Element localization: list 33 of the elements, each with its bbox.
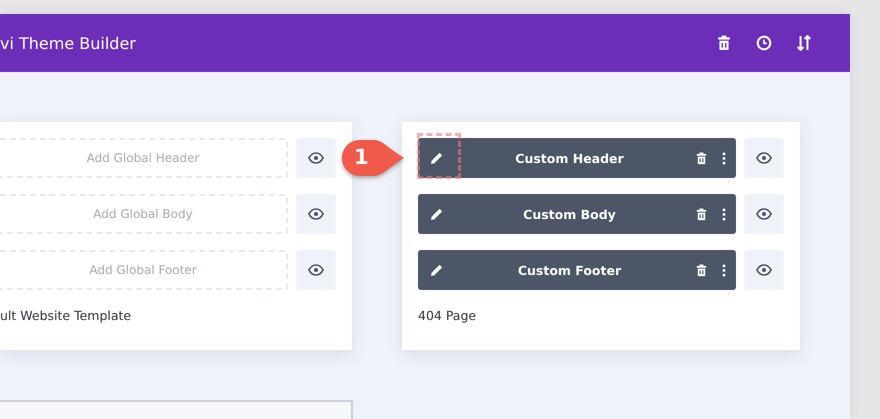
- eye-icon: [756, 208, 772, 220]
- visibility-button[interactable]: [296, 138, 336, 178]
- eye-icon: [308, 152, 324, 164]
- trash-icon[interactable]: [695, 152, 708, 164]
- edit-icon[interactable]: [430, 207, 444, 221]
- visibility-button[interactable]: [744, 138, 784, 178]
- visibility-button[interactable]: [296, 250, 336, 290]
- visibility-button[interactable]: [744, 194, 784, 234]
- more-icon[interactable]: [722, 152, 726, 164]
- more-icon[interactable]: [722, 264, 726, 276]
- template-slot[interactable]: Custom Body: [418, 194, 736, 234]
- window-title: vi Theme Builder: [0, 34, 136, 52]
- template-name: ult Website Template: [0, 308, 132, 323]
- step-marker: 1: [340, 138, 406, 178]
- slot-label: Custom Header: [514, 150, 625, 166]
- eye-icon: [756, 152, 772, 164]
- template-slot[interactable]: Custom Footer: [418, 250, 736, 290]
- more-icon[interactable]: [722, 208, 726, 220]
- trash-icon[interactable]: [695, 208, 708, 220]
- trash-icon[interactable]: [716, 35, 732, 51]
- eye-icon: [308, 264, 324, 276]
- slot-label: Custom Body: [522, 206, 617, 222]
- visibility-button[interactable]: [296, 194, 336, 234]
- visibility-button[interactable]: [744, 250, 784, 290]
- eye-icon: [756, 264, 772, 276]
- history-icon[interactable]: [756, 35, 772, 51]
- edit-icon[interactable]: [430, 151, 444, 165]
- eye-icon: [308, 208, 324, 220]
- template-name: 404 Page: [418, 308, 478, 323]
- trash-icon[interactable]: [695, 264, 708, 276]
- slot-label: Custom Footer: [516, 262, 622, 278]
- sort-icon[interactable]: [796, 35, 812, 51]
- edit-icon[interactable]: [430, 263, 444, 277]
